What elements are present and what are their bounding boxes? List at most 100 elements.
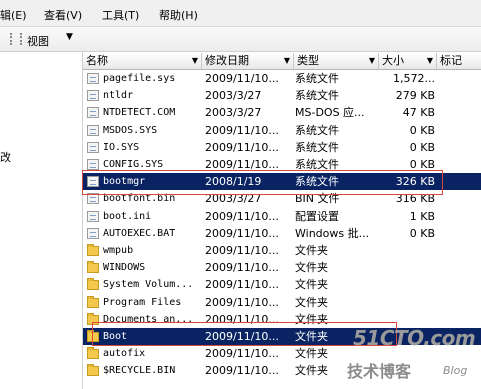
file-size: 1 KB: [409, 210, 435, 223]
sort-dropdown-icon[interactable]: ▼: [369, 53, 375, 69]
navigation-pane: 改: [0, 52, 83, 389]
nav-partial-label: 改: [0, 151, 11, 164]
file-row[interactable]: MSDOS.SYS 2009/11/10... 系统文件 0 KB: [83, 122, 481, 139]
views-grid-icon: [10, 33, 22, 45]
file-date: 2003/3/27: [205, 89, 262, 102]
file-icon: [87, 228, 99, 239]
file-name: wmpub: [103, 245, 134, 256]
column-type[interactable]: 类型 ▼: [294, 53, 379, 69]
column-date-label: 修改日期: [205, 54, 249, 67]
column-tags-label: 标记: [440, 54, 462, 67]
column-name[interactable]: 名称 ▼: [83, 53, 202, 69]
watermark-logo: 51CTO.com: [353, 326, 476, 350]
file-type: 文件夹: [295, 278, 328, 291]
file-type: 文件夹: [295, 261, 328, 274]
file-type: 系统文件: [295, 72, 339, 85]
file-date: 2009/11/10...: [205, 261, 279, 274]
menu-help[interactable]: 帮助(H): [159, 7, 198, 23]
folder-icon: [87, 364, 99, 376]
file-row[interactable]: pagefile.sys 2009/11/10... 系统文件 1,572...: [83, 70, 481, 87]
file-date: 2009/11/10...: [205, 124, 279, 137]
file-date: 2009/11/10...: [205, 227, 279, 240]
folder-icon: [87, 278, 99, 290]
dropdown-arrow-icon[interactable]: ▼: [66, 32, 73, 42]
file-name: boot.ini: [103, 211, 152, 222]
file-icon: [87, 107, 99, 118]
file-row[interactable]: System Volum... 2009/11/10... 文件夹: [83, 276, 481, 293]
file-name: pagefile.sys: [103, 73, 176, 84]
file-name: IO.SYS: [103, 142, 140, 153]
file-name: MSDOS.SYS: [103, 125, 158, 136]
file-size: 0 KB: [409, 227, 435, 240]
file-icon: [87, 125, 99, 136]
column-size-label: 大小: [382, 54, 404, 67]
file-row[interactable]: IO.SYS 2009/11/10... 系统文件 0 KB: [83, 139, 481, 156]
column-header: 名称 ▼ 修改日期 ▼ 类型 ▼ 大小 ▼ 标记: [83, 53, 481, 70]
file-name: Program Files: [103, 297, 182, 308]
file-row[interactable]: AUTOEXEC.BAT 2009/11/10... Windows 批... 0 K…: [83, 225, 481, 242]
column-tags[interactable]: 标记: [437, 53, 481, 69]
file-size: 0 KB: [409, 141, 435, 154]
menu-bar: 辑(E) 查看(V) 工具(T) 帮助(H): [0, 0, 481, 27]
sort-dropdown-icon[interactable]: ▼: [192, 53, 198, 69]
file-row[interactable]: Program Files 2009/11/10... 文件夹: [83, 294, 481, 311]
file-row[interactable]: wmpub 2009/11/10... 文件夹: [83, 242, 481, 259]
highlight-box: [82, 170, 443, 195]
file-type: Windows 批...: [295, 227, 370, 240]
file-size: 47 KB: [402, 106, 435, 119]
column-type-label: 类型: [297, 54, 319, 67]
watermark-blog: Blog: [443, 364, 468, 377]
file-size: 1,572...: [393, 72, 435, 85]
file-name: ntldr: [103, 90, 134, 101]
file-type: 配置设置: [295, 210, 339, 223]
menu-edit[interactable]: 辑(E): [0, 7, 27, 23]
file-size: 0 KB: [409, 124, 435, 137]
sort-dropdown-icon[interactable]: ▼: [427, 53, 433, 69]
file-row[interactable]: NTDETECT.COM 2003/3/27 MS-DOS 应... 47 KB: [83, 104, 481, 121]
file-row[interactable]: ntldr 2003/3/27 系统文件 279 KB: [83, 87, 481, 104]
file-icon: [87, 90, 99, 101]
folder-icon: [87, 261, 99, 273]
file-type: MS-DOS 应...: [295, 106, 365, 119]
folder-icon: [87, 296, 99, 308]
folder-icon: [87, 244, 99, 256]
file-size: 279 KB: [395, 89, 435, 102]
column-date[interactable]: 修改日期 ▼: [202, 53, 294, 69]
file-type: 系统文件: [295, 89, 339, 102]
file-row[interactable]: WINDOWS 2009/11/10... 文件夹: [83, 259, 481, 276]
file-icon: [87, 142, 99, 153]
file-name: NTDETECT.COM: [103, 107, 176, 118]
file-date: 2009/11/10...: [205, 296, 279, 309]
file-date: 2009/11/10...: [205, 278, 279, 291]
watermark-subtitle: 技术博客: [347, 362, 412, 381]
file-name: System Volum...: [103, 279, 194, 290]
menu-view[interactable]: 查看(V): [44, 7, 82, 23]
file-row[interactable]: boot.ini 2009/11/10... 配置设置 1 KB: [83, 208, 481, 225]
file-date: 2009/11/10...: [205, 210, 279, 223]
menu-tools[interactable]: 工具(T): [102, 7, 139, 23]
file-type: 系统文件: [295, 124, 339, 137]
column-size[interactable]: 大小 ▼: [379, 53, 437, 69]
file-date: 2009/11/10...: [205, 364, 279, 377]
file-date: 2009/11/10...: [205, 141, 279, 154]
file-name: AUTOEXEC.BAT: [103, 228, 176, 239]
file-name: WINDOWS: [103, 262, 146, 273]
file-type: 文件夹: [295, 244, 328, 257]
file-type: 文件夹: [295, 296, 328, 309]
file-date: 2003/3/27: [205, 106, 262, 119]
views-button[interactable]: 视图: [27, 33, 49, 49]
sort-dropdown-icon[interactable]: ▼: [284, 53, 290, 69]
file-type: 系统文件: [295, 141, 339, 154]
file-date: 2009/11/10...: [205, 347, 279, 360]
file-date: 2009/11/10...: [205, 72, 279, 85]
file-icon: [87, 73, 99, 84]
file-icon: [87, 211, 99, 222]
file-name: autofix: [103, 348, 146, 359]
file-icon: [87, 159, 99, 170]
file-name: $RECYCLE.BIN: [103, 365, 176, 376]
toolbar: 视图 ▼: [0, 27, 481, 52]
column-name-label: 名称: [86, 54, 108, 67]
folder-icon: [87, 347, 99, 359]
file-date: 2009/11/10...: [205, 244, 279, 257]
watermark: 51CTO.com 技术博客 Blog: [345, 326, 481, 386]
